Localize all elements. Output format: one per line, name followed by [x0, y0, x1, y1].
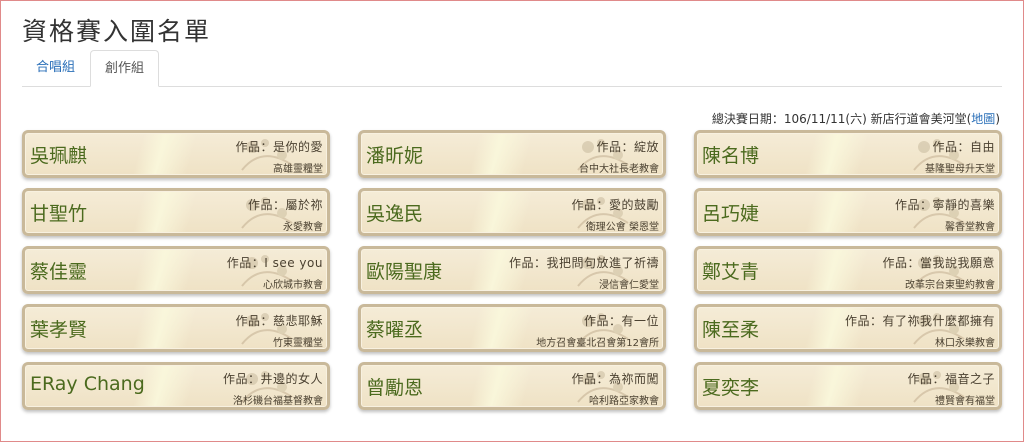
entry-church: 永愛教會 — [283, 222, 323, 233]
entry-name: 潘昕妮 — [366, 145, 424, 167]
entry-card: 吳逸民 作品：愛的鼓勵衛理公會 榮恩堂 — [358, 188, 666, 236]
map-link[interactable]: 地圖 — [971, 112, 995, 126]
entry-work: 作品：為祢而闖 — [571, 372, 659, 386]
entry-work: 作品：愛的鼓勵 — [571, 198, 659, 212]
entry-card: 夏奕李 作品：福音之子禮賢會有福堂 — [694, 362, 1002, 410]
entry-church: 改革宗台東聖約教會 — [905, 280, 995, 291]
entry-church: 衛理公會 榮恩堂 — [585, 222, 659, 233]
entry-work: 作品：有一位 — [583, 314, 659, 328]
entry-name: 歐陽聖康 — [366, 261, 443, 283]
final-info-text: 總決賽日期：106/11/11(六) 新店行道會美河堂( — [711, 112, 972, 126]
entry-card: 歐陽聖康 作品：我把問句放進了祈禱浸信會仁愛堂 — [358, 246, 666, 294]
final-info-close: ) — [995, 112, 1000, 126]
entry-card: 呂巧婕 作品：寧靜的喜樂馨香堂教會 — [694, 188, 1002, 236]
entry-work: 作品：綻放 — [596, 140, 659, 154]
entry-church: 哈利路亞家教會 — [589, 396, 659, 407]
entry-church: 浸信會仁愛堂 — [599, 280, 659, 291]
entry-church: 心欣城市教會 — [263, 280, 323, 291]
entry-card: 葉孝賢 作品：慈悲耶穌竹東靈糧堂 — [22, 304, 330, 352]
entry-name: 陳名博 — [702, 145, 760, 167]
entry-name: ERay Chang — [30, 373, 145, 395]
tab-choir[interactable]: 合唱組 — [22, 50, 89, 86]
entry-work: 作品：當我說我願意 — [882, 256, 995, 270]
entry-work: 作品：屬於祢 — [247, 198, 323, 212]
entry-card: 吳珮麒 作品：是你的愛高雄靈糧堂 — [22, 130, 330, 178]
entry-church: 林口永樂教會 — [935, 338, 995, 349]
entry-church: 洛杉磯台福基督教會 — [233, 396, 323, 407]
entry-card: 鄭艾青 作品：當我說我願意改革宗台東聖約教會 — [694, 246, 1002, 294]
entry-church: 台中大社長老教會 — [579, 164, 659, 175]
entry-name: 鄭艾青 — [702, 261, 760, 283]
entry-card: 蔡曜丞 作品：有一位地方召會臺北召會第12會所 — [358, 304, 666, 352]
entry-name: 吳逸民 — [366, 203, 424, 225]
entry-name: 曾勵恩 — [366, 377, 424, 399]
tab-bar: 合唱組 創作組 — [22, 50, 1002, 87]
entry-card: 甘聖竹 作品：屬於祢永愛教會 — [22, 188, 330, 236]
entry-church: 竹東靈糧堂 — [273, 338, 323, 349]
entry-work: 作品：自由 — [932, 140, 995, 154]
page-title: 資格賽入圍名單 — [22, 17, 212, 46]
entry-work: 作品：福音之子 — [907, 372, 995, 386]
entry-work: 作品：I see you — [226, 256, 323, 270]
entry-church: 地方召會臺北召會第12會所 — [536, 338, 659, 349]
entry-card: 潘昕妮 作品：綻放台中大社長老教會 — [358, 130, 666, 178]
entry-name: 蔡曜丞 — [366, 319, 424, 341]
entry-work: 作品：我把問句放進了祈禱 — [508, 256, 659, 270]
entry-name: 呂巧婕 — [702, 203, 760, 225]
tab-creation[interactable]: 創作組 — [90, 50, 160, 87]
entry-name: 陳至柔 — [702, 319, 760, 341]
entry-card: 曾勵恩 作品：為祢而闖哈利路亞家教會 — [358, 362, 666, 410]
final-info: 總決賽日期：106/11/11(六) 新店行道會美河堂(地圖) — [712, 110, 1000, 127]
entry-church: 馨香堂教會 — [945, 222, 995, 233]
entry-name: 夏奕李 — [702, 377, 760, 399]
entry-card: 陳名博 作品：自由基隆聖母升天堂 — [694, 130, 1002, 178]
entry-work: 作品：寧靜的喜樂 — [894, 198, 995, 212]
entry-name: 甘聖竹 — [30, 203, 88, 225]
entry-name: 蔡佳靈 — [30, 261, 88, 283]
entry-name: 葉孝賢 — [30, 319, 88, 341]
entry-card: ERay Chang 作品：井邊的女人洛杉磯台福基督教會 — [22, 362, 330, 410]
entry-church: 高雄靈糧堂 — [273, 164, 323, 175]
entry-work: 作品：是你的愛 — [235, 140, 323, 154]
entry-card: 陳至柔 作品：有了祢我什麼都擁有林口永樂教會 — [694, 304, 1002, 352]
entry-name: 吳珮麒 — [30, 145, 88, 167]
entry-work: 作品：有了祢我什麼都擁有 — [844, 314, 995, 328]
entry-work: 作品：慈悲耶穌 — [235, 314, 323, 328]
entry-church: 禮賢會有福堂 — [935, 396, 995, 407]
entry-work: 作品：井邊的女人 — [222, 372, 323, 386]
entry-church: 基隆聖母升天堂 — [925, 164, 995, 175]
entry-card: 蔡佳靈 作品：I see you 心欣城市教會 — [22, 246, 330, 294]
